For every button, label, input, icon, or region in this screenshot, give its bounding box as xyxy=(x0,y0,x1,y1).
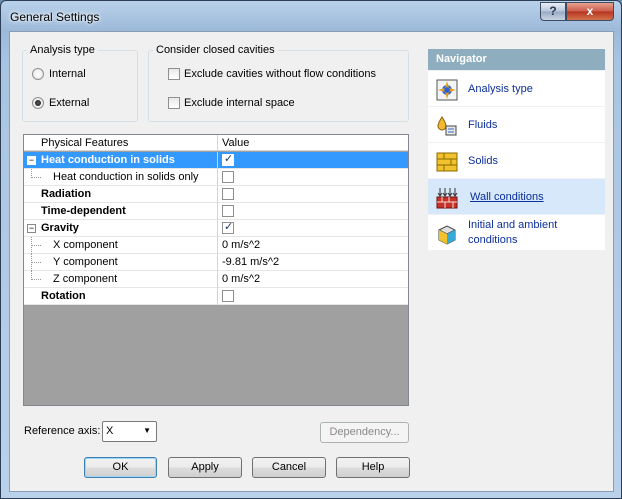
nav-item-initial-conditions[interactable]: Initial and ambient conditions xyxy=(428,215,605,251)
grid-row-y-component[interactable]: Y component -9.81 m/s^2 xyxy=(24,254,408,271)
window-title: General Settings xyxy=(10,10,100,24)
physical-features-grid[interactable]: Physical Features Value − Heat conductio… xyxy=(23,134,409,406)
nav-item-analysis-type[interactable]: Analysis type xyxy=(428,71,605,107)
rotation-checkbox[interactable] xyxy=(222,290,234,302)
row-name: Radiation xyxy=(41,188,92,200)
exclude-internal-space-label[interactable]: Exclude internal space xyxy=(184,97,295,109)
tree-branch xyxy=(31,279,41,280)
cell-divider xyxy=(217,237,218,254)
cancel-button[interactable]: Cancel xyxy=(252,457,326,478)
external-label[interactable]: External xyxy=(49,97,89,109)
general-settings-window: General Settings ? x Analysis type Inter… xyxy=(0,0,622,499)
grid-row-radiation[interactable]: Radiation xyxy=(24,186,408,203)
close-button[interactable]: x xyxy=(566,2,614,21)
reference-axis-value: X xyxy=(106,425,114,437)
row-name: Z component xyxy=(53,273,118,285)
row-name: Rotation xyxy=(41,290,86,302)
z-component-value[interactable]: 0 m/s^2 xyxy=(222,273,260,285)
nav-label[interactable]: Fluids xyxy=(468,119,497,132)
row-name: X component xyxy=(53,239,118,251)
exclude-internal-space-checkbox[interactable] xyxy=(168,97,180,109)
reference-axis-label: Reference axis: xyxy=(24,425,101,437)
tree-branch xyxy=(31,177,41,178)
analysis-type-icon xyxy=(436,79,458,101)
row-name: Heat conduction in solids xyxy=(41,154,175,166)
nav-label[interactable]: Wall conditions xyxy=(470,191,544,204)
closed-cavities-label: Consider closed cavities xyxy=(153,44,278,56)
nav-item-solids[interactable]: Solids xyxy=(428,143,605,179)
grid-row-gravity[interactable]: − Gravity xyxy=(24,220,408,237)
internal-radio[interactable] xyxy=(32,68,44,80)
grid-header: Physical Features Value xyxy=(24,135,408,151)
cell-divider xyxy=(217,220,218,237)
solids-icon xyxy=(436,152,458,172)
help-title-button[interactable]: ? xyxy=(540,2,566,21)
x-component-value[interactable]: 0 m/s^2 xyxy=(222,239,260,251)
grid-row-rotation[interactable]: Rotation xyxy=(24,288,408,305)
collapse-icon[interactable]: − xyxy=(27,224,36,233)
nav-label-line-2[interactable]: conditions xyxy=(468,234,518,247)
fluids-icon xyxy=(437,116,457,136)
gravity-checkbox[interactable] xyxy=(222,220,234,234)
row-name: Gravity xyxy=(41,222,79,234)
ok-button[interactable]: OK xyxy=(84,457,157,478)
nav-label[interactable]: Analysis type xyxy=(468,83,533,96)
nav-item-wall-conditions[interactable]: Wall conditions xyxy=(428,179,605,215)
cell-divider xyxy=(217,169,218,186)
y-component-value[interactable]: -9.81 m/s^2 xyxy=(222,256,279,268)
dependency-button[interactable]: Dependency... xyxy=(320,422,409,443)
grid-row-x-component[interactable]: X component 0 m/s^2 xyxy=(24,237,408,254)
chevron-down-icon: ▼ xyxy=(143,426,151,435)
cell-divider xyxy=(217,203,218,220)
grid-row-time-dependent[interactable]: Time-dependent xyxy=(24,203,408,220)
row-name: Heat conduction in solids only xyxy=(53,171,199,183)
grid-row-z-component[interactable]: Z component 0 m/s^2 xyxy=(24,271,408,288)
cell-divider xyxy=(217,186,218,203)
row-name: Time-dependent xyxy=(41,205,126,217)
exclude-cavities-label[interactable]: Exclude cavities without flow conditions xyxy=(184,68,376,80)
grid-row-heat-conduction[interactable]: − Heat conduction in solids xyxy=(24,152,408,169)
tree-branch xyxy=(31,262,41,263)
internal-label[interactable]: Internal xyxy=(49,68,86,80)
collapse-icon[interactable]: − xyxy=(27,156,36,165)
cell-divider xyxy=(217,152,218,169)
exclude-cavities-checkbox[interactable] xyxy=(168,68,180,80)
cell-divider xyxy=(217,271,218,288)
nav-label-line-1[interactable]: Initial and ambient xyxy=(468,219,557,232)
heat-conduction-only-checkbox[interactable] xyxy=(222,171,234,183)
row-name: Y component xyxy=(53,256,118,268)
navigator-title: Navigator xyxy=(428,49,605,70)
apply-button[interactable]: Apply xyxy=(168,457,242,478)
analysis-type-label: Analysis type xyxy=(27,44,98,56)
reference-axis-select[interactable]: X ▼ xyxy=(102,421,157,442)
nav-item-fluids[interactable]: Fluids xyxy=(428,107,605,143)
header-divider[interactable] xyxy=(217,135,218,151)
column-header-physical-features[interactable]: Physical Features xyxy=(41,137,128,149)
help-button[interactable]: Help xyxy=(336,457,410,478)
cell-divider xyxy=(217,288,218,305)
nav-label[interactable]: Solids xyxy=(468,155,498,168)
tree-branch xyxy=(31,245,41,246)
dialog-body: Analysis type Internal External Consider… xyxy=(9,31,614,492)
cell-divider xyxy=(217,254,218,271)
column-header-value[interactable]: Value xyxy=(222,137,249,149)
wall-conditions-icon xyxy=(436,188,458,209)
external-radio[interactable] xyxy=(32,97,44,109)
title-bar[interactable]: General Settings ? x xyxy=(1,1,621,31)
initial-conditions-icon xyxy=(438,225,456,245)
grid-row-heat-conduction-only[interactable]: Heat conduction in solids only xyxy=(24,169,408,186)
radiation-checkbox[interactable] xyxy=(222,188,234,200)
time-dependent-checkbox[interactable] xyxy=(222,205,234,217)
analysis-type-group xyxy=(22,50,138,122)
navigator-panel: Navigator Analysis type Fluids Solids Wa… xyxy=(428,49,605,251)
heat-conduction-checkbox[interactable] xyxy=(222,152,234,166)
closed-cavities-group xyxy=(148,50,409,122)
